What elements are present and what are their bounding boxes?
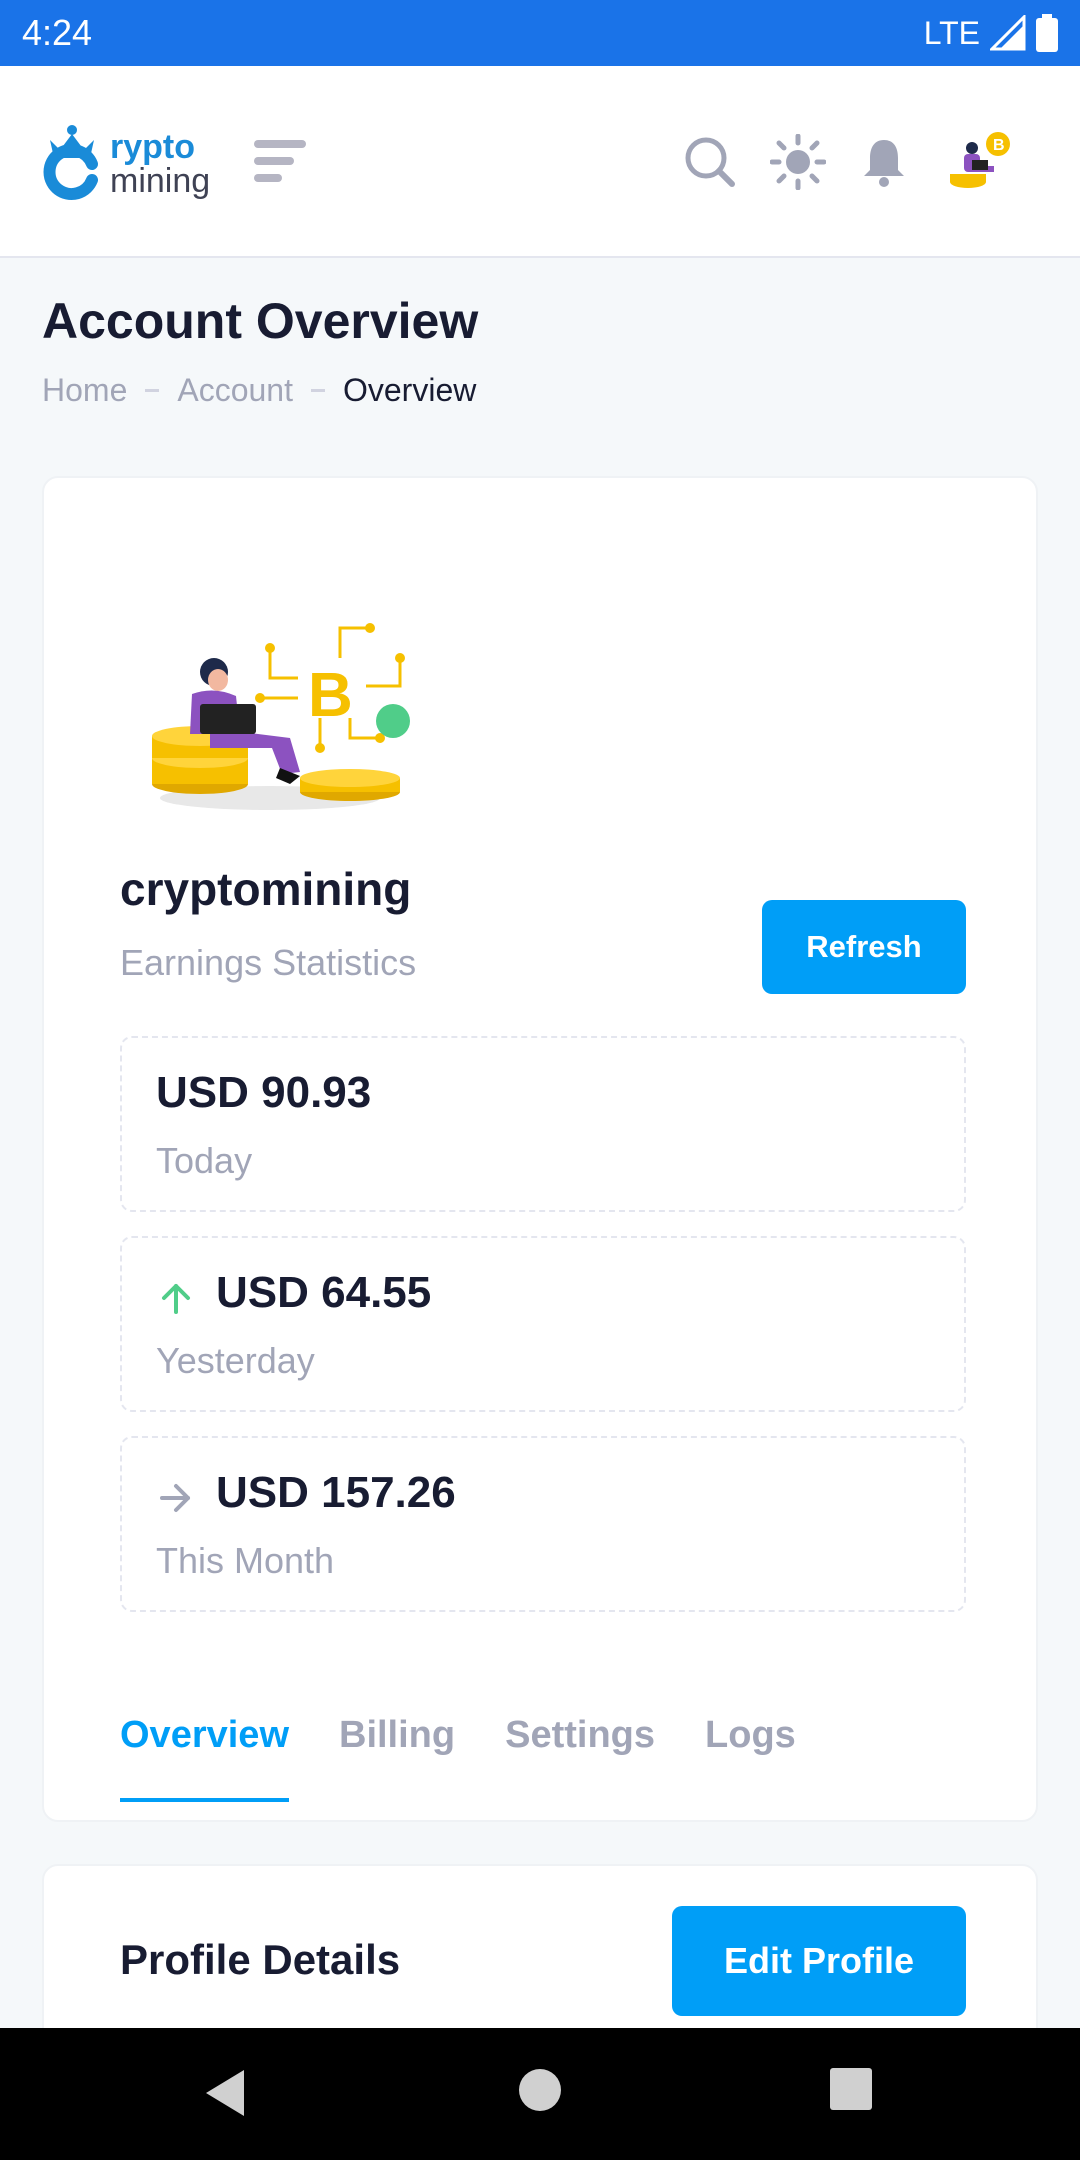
page-title: Account Overview — [42, 293, 479, 349]
battery-icon — [1036, 14, 1058, 52]
network-type: LTE — [923, 14, 980, 51]
stat-value: USD 90.93 — [156, 1068, 372, 1117]
tab-settings[interactable]: Settings — [505, 1696, 655, 1802]
svg-text:B: B — [993, 137, 1005, 154]
status-time: 4:24 — [22, 12, 93, 53]
stat-value: USD 157.26 — [216, 1468, 456, 1517]
stat-label: This Month — [156, 1540, 335, 1581]
breadcrumb-separator — [145, 389, 160, 392]
back-icon[interactable] — [204, 2068, 248, 2118]
tab-logs[interactable]: Logs — [705, 1696, 796, 1802]
account-card: B cryptomining Earnings Statistics Refre… — [42, 476, 1038, 1822]
arrow-right-icon — [160, 1484, 190, 1512]
signal-icon — [990, 15, 1026, 51]
breadcrumb-home[interactable]: Home — [42, 372, 127, 409]
menu-icon[interactable] — [254, 138, 306, 184]
tab-billing[interactable]: Billing — [339, 1696, 455, 1802]
logo-text-bottom: mining — [110, 162, 211, 200]
profile-details-title: Profile Details — [120, 1936, 401, 1983]
logo[interactable]: rypto mining — [40, 118, 220, 208]
bell-icon[interactable] — [856, 134, 912, 190]
page-body: Account Overview Home Account Overview B… — [0, 258, 1080, 2028]
edit-profile-button[interactable]: Edit Profile — [672, 1906, 966, 2016]
account-subtitle: Earnings Statistics — [120, 942, 417, 983]
theme-sun-icon[interactable] — [770, 134, 826, 190]
home-icon[interactable] — [518, 2068, 562, 2112]
stat-value: USD 64.55 — [216, 1268, 432, 1317]
breadcrumb-account[interactable]: Account — [177, 372, 293, 409]
status-bar: 4:24 LTE — [0, 0, 1080, 66]
status-indicators: LTE — [924, 14, 1058, 52]
refresh-button[interactable]: Refresh — [762, 900, 966, 994]
online-status-dot — [376, 704, 410, 738]
account-name: cryptomining — [120, 863, 412, 915]
tab-overview[interactable]: Overview — [120, 1696, 289, 1802]
system-navigation-bar — [0, 2028, 1080, 2160]
avatar[interactable]: B — [946, 126, 1016, 196]
logo-mark-icon — [43, 125, 98, 200]
stat-today: USD 90.93 Today — [120, 1036, 966, 1212]
search-icon[interactable] — [682, 134, 738, 190]
stat-label: Today — [156, 1140, 253, 1181]
crypto-mining-illustration: B — [152, 623, 405, 810]
svg-text:B: B — [308, 661, 353, 730]
stat-yesterday: USD 64.55 Yesterday — [120, 1236, 966, 1412]
arrow-up-icon — [162, 1284, 190, 1314]
breadcrumb-overview: Overview — [342, 372, 477, 408]
stat-this-month: USD 157.26 This Month — [120, 1436, 966, 1612]
stat-label: Yesterday — [156, 1340, 315, 1381]
profile-card: Profile Details Edit Profile — [42, 1864, 1038, 2028]
app-header: rypto mining B — [0, 66, 1080, 258]
breadcrumb-separator — [310, 389, 325, 392]
recents-icon[interactable] — [830, 2068, 872, 2110]
breadcrumb: Home Account Overview — [42, 372, 476, 409]
account-tabs: Overview Billing Settings Logs — [120, 1696, 796, 1806]
